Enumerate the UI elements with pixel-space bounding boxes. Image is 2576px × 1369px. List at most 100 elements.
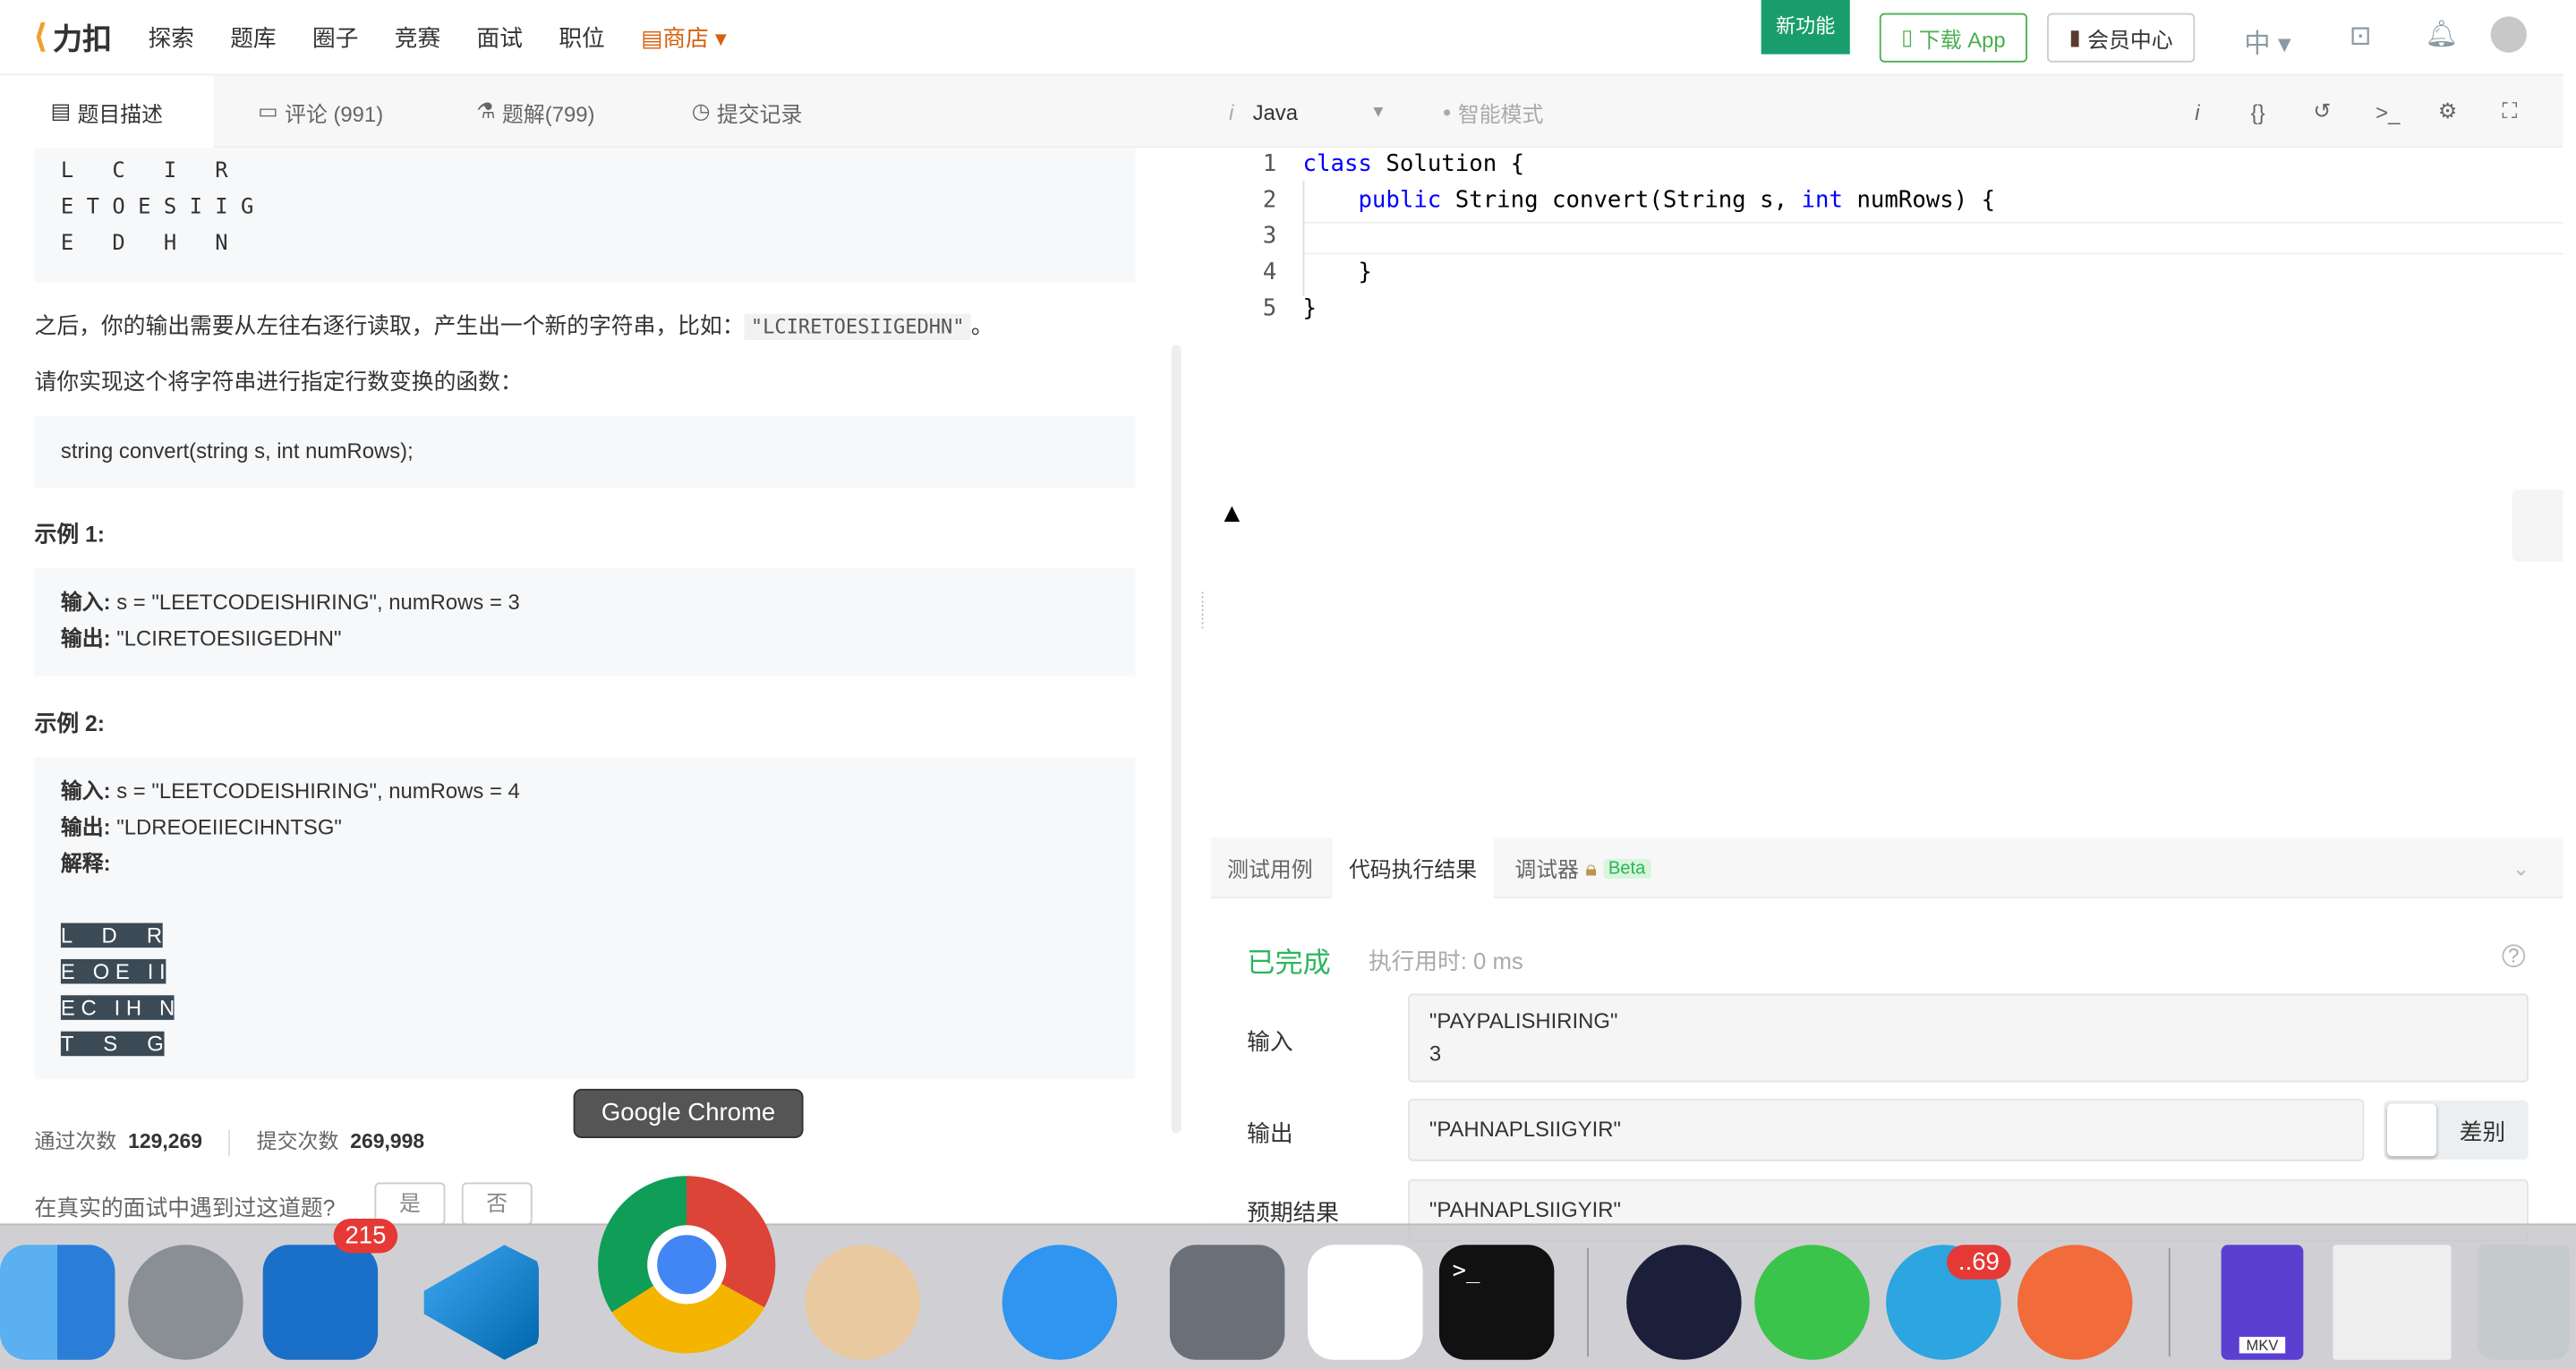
nav-interview[interactable]: 面试 xyxy=(477,21,523,54)
collapse-chevron-icon[interactable]: ⌄ xyxy=(2495,838,2546,898)
playground-icon[interactable]: ⊡ xyxy=(2350,20,2372,53)
download-app-button[interactable]: ▯ 下载 App xyxy=(1879,13,2028,63)
screenshot-thumbnail[interactable] xyxy=(2333,1245,2452,1360)
yes-button[interactable]: 是 xyxy=(374,1182,446,1224)
settings-icon[interactable]: ⚙ xyxy=(2438,75,2457,148)
slack-icon[interactable] xyxy=(1308,1245,1423,1360)
system-preferences-icon[interactable] xyxy=(1169,1245,1285,1360)
chrome-icon[interactable] xyxy=(598,1176,776,1354)
output-box: "PAHNAPLSIIGYIR" xyxy=(1408,1098,2365,1161)
code-keyword: class xyxy=(1302,150,1372,178)
mkv-file-icon[interactable]: MKV xyxy=(2221,1245,2304,1360)
indent-guide xyxy=(1302,180,1305,296)
vip-bookmark-icon: ▮ xyxy=(2068,24,2081,50)
stats: 通过次数 129,269 提交次数 269,998 xyxy=(35,1123,424,1156)
current-line xyxy=(1302,221,2563,255)
line-number: 4 xyxy=(1262,259,1277,286)
nav-circle[interactable]: 圈子 xyxy=(312,21,358,54)
description-icon: ▤ xyxy=(50,98,72,123)
macos-dock: 215 >_ ..69 MKV xyxy=(0,1176,2576,1369)
tab-testcase[interactable]: 测试用例 xyxy=(1211,838,1329,898)
function-signature: string convert(string s, int numRows); xyxy=(34,415,1136,489)
nav-shop[interactable]: ▤商店 ▾ xyxy=(641,21,727,54)
scrollbar[interactable] xyxy=(1171,344,1181,1134)
code-editor[interactable]: 1 class Solution { 2 public String conver… xyxy=(1210,148,2563,835)
postman-icon[interactable] xyxy=(2017,1245,2133,1360)
language-switch[interactable]: 中 ▾ xyxy=(2244,21,2290,61)
line-number: 3 xyxy=(1262,223,1277,250)
outlook-badge: 215 xyxy=(333,1218,398,1254)
info-icon[interactable]: i xyxy=(2195,75,2199,148)
nav-contest[interactable]: 竞赛 xyxy=(395,21,440,54)
tab-submissions[interactable]: ◷ 提交记录 xyxy=(692,75,803,148)
example-2-box: 输入: s = "LEETCODEISHIRING", numRows = 4 … xyxy=(34,757,1136,1079)
language-select[interactable]: i Java ▼ xyxy=(1229,75,1386,148)
phone-icon: ▯ xyxy=(1901,24,1914,50)
mouse-cursor: ▲ xyxy=(1224,496,1241,528)
bell-icon[interactable]: 🔔︎ xyxy=(2425,18,2458,51)
avatar[interactable] xyxy=(2490,16,2527,53)
format-braces-icon[interactable]: {} xyxy=(2251,75,2265,148)
reset-icon[interactable]: ↺ xyxy=(2313,75,2331,148)
telegram-badge: ..69 xyxy=(1947,1245,2011,1280)
vip-center-button[interactable]: ▮ 会员中心 xyxy=(2047,13,2196,63)
wechat-icon[interactable] xyxy=(1754,1245,1870,1360)
vscode-icon[interactable] xyxy=(423,1245,540,1360)
console-icon[interactable]: >_ xyxy=(2376,75,2400,148)
flask-icon: ⚗ xyxy=(476,98,496,123)
code-keyword: int xyxy=(1801,187,1843,214)
messages-icon[interactable] xyxy=(1002,1245,1118,1360)
terminal-icon[interactable]: >_ xyxy=(1438,1245,1555,1360)
splitter-handle[interactable]: ⋮ ⋮ ⋮ xyxy=(1196,591,1209,631)
nav-jobs[interactable]: 职位 xyxy=(559,21,604,54)
example-1-box: 输入: s = "LEETCODEISHIRING", numRows = 3 … xyxy=(34,568,1136,677)
no-button[interactable]: 否 xyxy=(461,1182,533,1224)
input-box: "PAYPALISHIRING" 3 xyxy=(1408,993,2529,1083)
line-number: 5 xyxy=(1262,295,1277,322)
outlook-icon[interactable] xyxy=(262,1245,379,1360)
input-label: 输入 xyxy=(1247,1028,1293,1055)
side-panel-toggle[interactable] xyxy=(2512,489,2563,562)
output-label: 输出 xyxy=(1247,1119,1293,1147)
help-icon[interactable]: ? xyxy=(2502,944,2526,968)
diff-label: 差别 xyxy=(2459,1118,2506,1145)
implement-text: 请你实现这个将字符串进行指定行数变换的函数： xyxy=(34,369,523,395)
finder-icon[interactable] xyxy=(0,1245,115,1360)
tab-run-result[interactable]: 代码执行结果 xyxy=(1332,838,1494,899)
code-line: } xyxy=(1302,259,1372,286)
lock-icon: 🔒︎ xyxy=(1585,855,1597,880)
shop-icon: ▤ xyxy=(641,23,663,50)
chevron-down-icon: ▼ xyxy=(1369,102,1386,121)
launchpad-icon[interactable] xyxy=(128,1245,243,1360)
paint-icon[interactable] xyxy=(805,1245,920,1360)
tab-comments[interactable]: ▭ 评论 (991) xyxy=(258,75,383,148)
dock-divider xyxy=(2168,1247,2171,1357)
nav-problems[interactable]: 题库 xyxy=(230,21,276,54)
infuse-icon[interactable] xyxy=(1626,1245,1742,1360)
new-feature-badge[interactable]: 新功能 xyxy=(1761,0,1850,55)
tab-description[interactable]: ▤ 题目描述 xyxy=(0,75,214,149)
status: 已完成 xyxy=(1247,948,1331,979)
code-line: public String convert(String s, int numR… xyxy=(1358,187,1996,214)
comment-icon: ▭ xyxy=(258,98,278,123)
code-line: class Solution { xyxy=(1302,150,1525,178)
console-tabs: 测试用例 代码执行结果 调试器 🔒︎ Beta ⌄ xyxy=(1210,838,2563,899)
run-result: 已完成 执行用时: 0 ms ? 输入 "PAYPALISHIRING" 3 输出… xyxy=(1210,899,2563,1242)
tab-debugger[interactable]: 调试器 🔒︎ Beta xyxy=(1498,838,1667,898)
zigzag-example-1: L C I R E T O E S I I G E D H N xyxy=(34,148,1136,283)
dock-tooltip: Google Chrome xyxy=(573,1088,804,1139)
smart-mode-toggle[interactable]: ● 智能模式 xyxy=(1443,75,1544,148)
diff-toggle[interactable]: 差别 xyxy=(2384,1100,2529,1160)
fullscreen-icon[interactable]: ⛶ xyxy=(2502,75,2517,148)
nav-explore[interactable]: 探索 xyxy=(148,21,193,54)
dock-divider xyxy=(1587,1247,1589,1357)
example-1-title: 示例 1: xyxy=(34,522,106,548)
line-number: 2 xyxy=(1262,187,1277,214)
output-explanation: 之后，你的输出需要从左往右逐行读取，产生出一个新的字符串，比如： "LCIRETO… xyxy=(34,313,994,340)
leetcode-logo[interactable]: ⟨ 力扣 xyxy=(33,15,112,58)
tab-bar: ▤ 题目描述 ▭ 评论 (991) ⚗ 题解(799) ◷ 提交记录 i Java ▼ ●… xyxy=(0,75,2563,149)
code-keyword: public xyxy=(1358,187,1442,214)
tab-solutions[interactable]: ⚗ 题解(799) xyxy=(476,75,594,148)
trash-icon[interactable] xyxy=(2477,1245,2570,1360)
clock-icon: ◷ xyxy=(691,98,711,123)
